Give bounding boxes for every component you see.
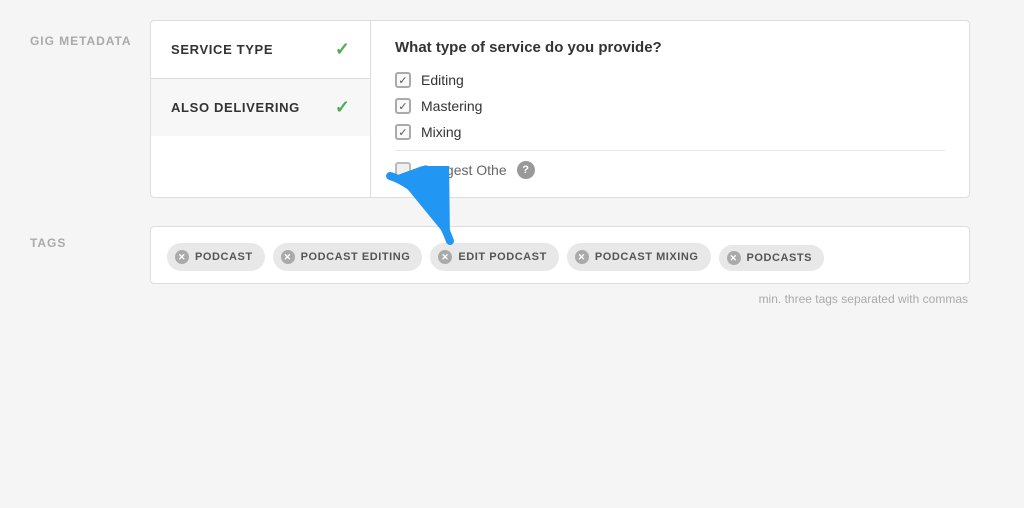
tag-podcast-editing-label: PODCAST EDITING <box>301 251 411 263</box>
service-type-row[interactable]: SERVICE TYPE ✓ <box>151 21 370 79</box>
option-mastering[interactable]: Mastering <box>395 98 945 114</box>
tag-podcasts[interactable]: ✕ PODCASTS <box>719 245 825 271</box>
metadata-right-column: What type of service do you provide? Edi… <box>371 21 969 197</box>
help-icon[interactable]: ? <box>517 161 535 179</box>
tag-podcast-label: PODCAST <box>195 251 253 263</box>
tags-label: TAGS <box>30 226 150 250</box>
tags-hint: min. three tags separated with commas <box>150 292 970 306</box>
also-delivering-label: ALSO DELIVERING <box>171 100 300 115</box>
suggest-other-row[interactable]: Suggest Othe ? <box>395 161 945 179</box>
metadata-left-column: SERVICE TYPE ✓ ALSO DELIVERING ✓ <box>151 21 371 197</box>
service-question: What type of service do you provide? <box>395 39 945 56</box>
tag-podcasts-remove[interactable]: ✕ <box>727 251 741 265</box>
editing-checkbox[interactable] <box>395 72 411 88</box>
also-delivering-row[interactable]: ALSO DELIVERING ✓ <box>151 79 370 136</box>
tag-edit-podcast-label: EDIT PODCAST <box>458 251 547 263</box>
metadata-panel: SERVICE TYPE ✓ ALSO DELIVERING ✓ What ty… <box>150 20 970 198</box>
service-type-label: SERVICE TYPE <box>171 42 273 57</box>
suggest-checkbox[interactable] <box>395 162 411 178</box>
service-options-list: Editing Mastering Mixing <box>395 72 945 140</box>
tag-edit-podcast[interactable]: ✕ EDIT PODCAST <box>430 243 559 271</box>
tag-podcast-editing[interactable]: ✕ PODCAST EDITING <box>273 243 423 271</box>
mixing-checkbox[interactable] <box>395 124 411 140</box>
tag-podcast-mixing[interactable]: ✕ PODCAST MIXING <box>567 243 711 271</box>
service-type-check: ✓ <box>335 39 350 60</box>
mixing-label: Mixing <box>421 124 461 140</box>
tag-podcasts-label: PODCASTS <box>747 252 813 264</box>
option-editing[interactable]: Editing <box>395 72 945 88</box>
tags-section: TAGS ✕ PODCAST ✕ PODCAST EDITING ✕ EDIT … <box>30 226 994 306</box>
editing-label: Editing <box>421 72 464 88</box>
tags-container: ✕ PODCAST ✕ PODCAST EDITING ✕ EDIT PODCA… <box>167 243 953 271</box>
options-divider <box>395 150 945 151</box>
gig-metadata-label: GIG METADATA <box>30 20 150 48</box>
tag-podcast[interactable]: ✕ PODCAST <box>167 243 265 271</box>
suggest-label: Suggest Othe <box>421 162 507 178</box>
gig-metadata-section: GIG METADATA SERVICE TYPE ✓ ALSO DELIVER… <box>30 20 994 198</box>
tag-podcast-mixing-remove[interactable]: ✕ <box>575 250 589 264</box>
tag-edit-podcast-remove[interactable]: ✕ <box>438 250 452 264</box>
page-container: GIG METADATA SERVICE TYPE ✓ ALSO DELIVER… <box>30 20 994 334</box>
tag-podcast-mixing-label: PODCAST MIXING <box>595 251 699 263</box>
tags-panel[interactable]: ✕ PODCAST ✕ PODCAST EDITING ✕ EDIT PODCA… <box>150 226 970 284</box>
tag-podcast-remove[interactable]: ✕ <box>175 250 189 264</box>
option-mixing[interactable]: Mixing <box>395 124 945 140</box>
mastering-label: Mastering <box>421 98 482 114</box>
tag-podcast-editing-remove[interactable]: ✕ <box>281 250 295 264</box>
mastering-checkbox[interactable] <box>395 98 411 114</box>
also-delivering-check: ✓ <box>335 97 350 118</box>
